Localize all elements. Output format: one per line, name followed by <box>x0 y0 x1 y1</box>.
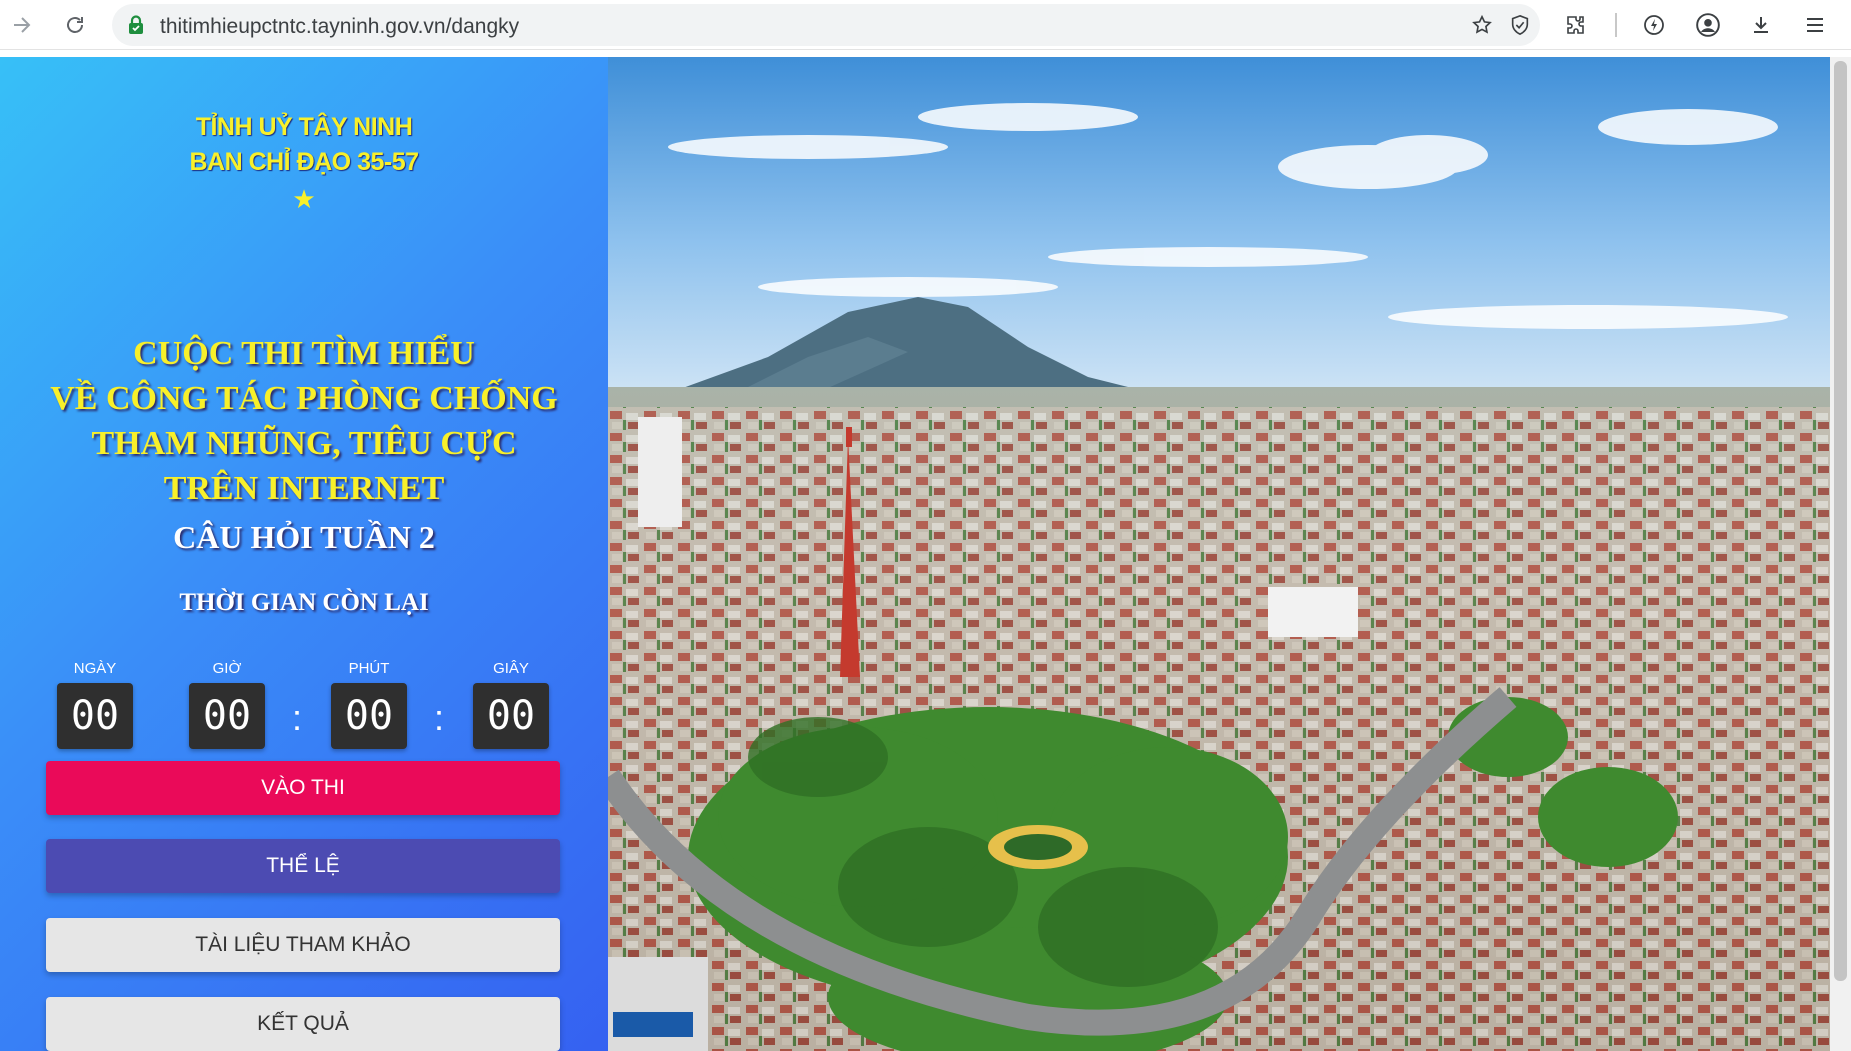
reference-documents-button[interactable]: TÀI LIỆU THAM KHẢO <box>46 918 560 972</box>
lock-icon[interactable] <box>126 15 146 35</box>
toolbar-separator <box>1615 13 1617 37</box>
countdown-separator: : <box>433 697 444 738</box>
countdown-days-label: NGÀY <box>73 660 117 677</box>
org-line-1: TỈNH UỶ TÂY NINH <box>195 113 413 141</box>
page-scrollbar[interactable] <box>1830 57 1851 1051</box>
countdown-hours: 00 <box>189 683 265 749</box>
browser-toolbar: thitimhieupctntc.tayninh.gov.vn/dangky <box>0 0 1851 50</box>
enter-contest-button[interactable]: VÀO THI <box>46 761 560 815</box>
hamburger-menu-icon[interactable] <box>1797 7 1833 43</box>
account-icon[interactable] <box>1690 7 1726 43</box>
countdown-days: 00 <box>57 683 133 749</box>
results-button[interactable]: KẾT QUẢ <box>46 997 560 1051</box>
star-icon: ★ <box>292 184 316 214</box>
city-mountain-photo <box>608 57 1830 1051</box>
countdown-seconds-label: GIÂY <box>493 660 529 677</box>
rules-button[interactable]: THỂ LỆ <box>46 839 560 893</box>
scrollbar-thumb[interactable] <box>1834 61 1847 981</box>
contest-panel: TỈNH UỶ TÂY NINH BAN CHỈ ĐẠO 35-57 ★ CUỘ… <box>0 57 608 1051</box>
countdown-separator: : <box>291 697 302 738</box>
contest-week: CÂU HỎI TUẦN 2 <box>173 519 435 555</box>
time-remaining-label: THỜI GIAN CÒN LẠI <box>179 589 429 616</box>
countdown-minutes: 00 <box>331 683 407 749</box>
countdown-seconds: 00 <box>473 683 549 749</box>
puzzle-icon[interactable] <box>1558 7 1594 43</box>
reload-icon[interactable] <box>57 7 93 43</box>
star-icon[interactable] <box>1468 11 1496 39</box>
shield-icon[interactable] <box>1506 11 1534 39</box>
bolt-icon[interactable] <box>1636 7 1672 43</box>
download-icon[interactable] <box>1743 7 1779 43</box>
contest-title-line-3: THAM NHŨNG, TIÊU CỰC <box>91 425 517 462</box>
url-text[interactable]: thitimhieupctntc.tayninh.gov.vn/dangky <box>160 15 519 39</box>
org-line-2: BAN CHỈ ĐẠO 35-57 <box>189 148 419 176</box>
countdown-minutes-label: PHÚT <box>348 660 390 677</box>
address-bar[interactable]: thitimhieupctntc.tayninh.gov.vn/dangky <box>112 4 1540 46</box>
contest-title-line-1: CUỘC THI TÌM HIỂU <box>133 335 475 372</box>
contest-title-line-2: VỀ CÔNG TÁC PHÒNG CHỐNG <box>50 380 558 417</box>
hero-image <box>608 57 1830 1051</box>
countdown-hours-label: GIỜ <box>212 660 242 677</box>
contest-title-line-4: TRÊN INTERNET <box>163 470 445 507</box>
forward-icon[interactable] <box>4 7 40 43</box>
